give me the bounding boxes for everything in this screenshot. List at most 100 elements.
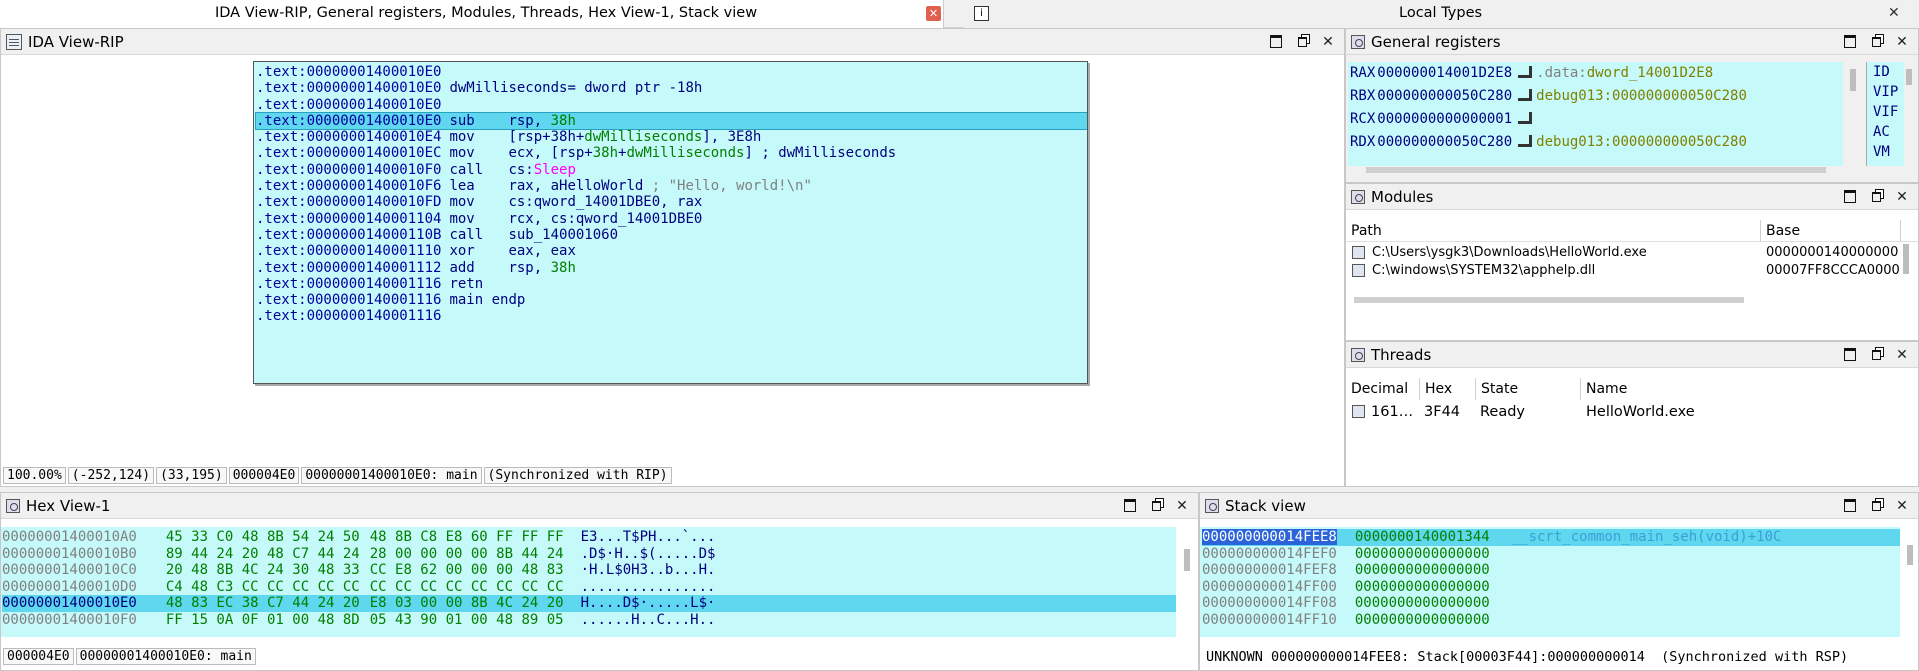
asm-line[interactable]: .text:0000000140001116 retn <box>256 276 1087 292</box>
register-hscrollbar[interactable] <box>1366 167 1826 173</box>
hex-bytes[interactable]: CC CC CC CC CC CC CC CC <box>370 579 564 595</box>
stack-row[interactable]: 000000000014FF10 0000000000000000 <box>1202 612 1900 629</box>
asm-line[interactable]: .text:0000000140001110 xor eax, eax <box>256 243 1087 259</box>
stack-value[interactable]: 0000000140001344 <box>1355 529 1490 545</box>
asm-line[interactable]: .text:00000001400010E0 <box>256 97 1087 113</box>
module-row[interactable]: C:\Users\ysgk3\Downloads\HelloWorld.exe 0… <box>1346 244 1906 262</box>
asm-line[interactable]: .text:00000001400010E0 sub rsp, 38h <box>255 111 1087 131</box>
maximize-icon[interactable] <box>1840 497 1860 515</box>
modules-vscrollbar[interactable] <box>1903 244 1909 274</box>
register-list-scrollbar[interactable] <box>1850 69 1856 91</box>
close-tab-icon[interactable]: ✕ <box>926 6 941 21</box>
hex-bytes[interactable]: E8 03 00 00 8B 4C 24 20 <box>369 595 564 611</box>
asm-line[interactable]: .text:0000000140001112 add rsp, 38h <box>256 260 1087 276</box>
hex-bytes[interactable]: FF 15 0A 0F 01 00 48 8D <box>166 612 360 628</box>
stack-value[interactable]: 0000000000000000 <box>1355 579 1490 595</box>
hex-bytes[interactable]: 05 43 90 01 00 48 89 05 <box>370 612 564 628</box>
register-list[interactable]: RAX 000000014001D2E8 .data:dword_14001D2E8… <box>1348 62 1843 166</box>
register-value[interactable]: 000000000050C280 <box>1377 134 1512 150</box>
restore-icon[interactable] <box>1866 33 1886 51</box>
stack-list[interactable]: 000000000014FEE8 0000000140001344 __scrt_c… <box>1200 527 1900 637</box>
column-header-name[interactable]: Name <box>1581 378 1781 400</box>
hex-bytes[interactable]: 20 48 8B 4C 24 30 48 33 <box>166 562 360 578</box>
asm-line[interactable]: .text:000000014000110B call sub_140001060 <box>256 227 1087 243</box>
asm-line[interactable]: .text:00000001400010EC mov ecx, [rsp+38h+d… <box>256 145 1087 161</box>
stack-value[interactable]: 0000000000000000 <box>1355 546 1490 562</box>
hex-row[interactable]: 00000001400010C0 20 48 8B 4C 24 30 48 33 C… <box>2 562 1176 579</box>
register-row[interactable]: RBX 000000000050C280 debug013:000000000050… <box>1348 85 1843 108</box>
close-icon[interactable]: ✕ <box>1318 33 1338 51</box>
asm-line[interactable]: .text:00000001400010FD mov cs:qword_14001D… <box>256 194 1087 210</box>
register-row[interactable]: RDX 000000000050C280 debug013:000000000050… <box>1348 131 1843 154</box>
asm-line[interactable]: .text:00000001400010F6 lea rax, aHelloWorl… <box>256 178 1087 194</box>
modules-hscrollbar[interactable] <box>1354 297 1744 303</box>
register-target[interactable]: debug013:000000000050C280 <box>1536 134 1747 150</box>
hex-bytes[interactable]: C4 48 C3 CC CC CC CC CC <box>166 579 360 595</box>
column-header-decimal[interactable]: Decimal <box>1346 378 1420 400</box>
hex-bytes[interactable]: 45 33 C0 48 8B 54 24 50 <box>166 529 360 545</box>
restore-icon[interactable] <box>1866 188 1886 206</box>
hex-row[interactable]: 00000001400010F0 FF 15 0A 0F 01 00 48 8D 0… <box>2 612 1176 629</box>
column-header-path[interactable]: Path <box>1346 220 1761 242</box>
maximize-icon[interactable] <box>1266 33 1286 51</box>
stack-value[interactable]: 0000000000000000 <box>1355 612 1490 628</box>
asm-line[interactable]: .text:00000001400010E4 mov [rsp+38h+dwMill… <box>256 129 1087 145</box>
flags-list[interactable]: ID VIP VIF AC VM <box>1866 62 1904 166</box>
thread-row[interactable]: 161… 3F44 Ready HelloWorld.exe <box>1346 401 1906 423</box>
restore-icon[interactable] <box>1292 33 1312 51</box>
column-header-state[interactable]: State <box>1476 378 1581 400</box>
stack-row[interactable]: 000000000014FEE8 0000000140001344 __scrt_c… <box>1202 529 1900 546</box>
stack-row[interactable]: 000000000014FEF0 0000000000000000 <box>1202 546 1900 563</box>
asm-line[interactable]: .text:0000000140001104 mov rcx, cs:qword_1… <box>256 211 1087 227</box>
restore-icon[interactable] <box>1146 497 1166 515</box>
flag-name[interactable]: AC <box>1873 122 1904 142</box>
register-row[interactable]: RCX 0000000000000001 <box>1348 108 1843 131</box>
close-icon[interactable]: ✕ <box>1892 497 1912 515</box>
maximize-icon[interactable] <box>1840 346 1860 364</box>
hex-scrollbar[interactable] <box>1184 549 1190 571</box>
flag-name[interactable]: ID <box>1873 62 1904 82</box>
close-icon[interactable]: ✕ <box>1888 5 1900 21</box>
column-header-base[interactable]: Base <box>1761 220 1901 242</box>
register-target[interactable]: debug013:000000000050C280 <box>1536 88 1747 104</box>
close-icon[interactable]: ✕ <box>1892 346 1912 364</box>
hex-row[interactable]: 00000001400010E0 48 83 EC 38 C7 44 24 20 E… <box>2 595 1176 612</box>
hex-bytes[interactable]: 48 83 EC 38 C7 44 24 20 <box>165 595 360 611</box>
flag-name[interactable]: VIP <box>1873 82 1904 102</box>
hex-row[interactable]: 00000001400010D0 C4 48 C3 CC CC CC CC CC C… <box>2 579 1176 596</box>
stack-comment[interactable]: __scrt_common_main_seh(void)+10C <box>1512 529 1782 545</box>
flag-name[interactable]: VIF <box>1873 102 1904 122</box>
register-value[interactable]: 000000014001D2E8 <box>1377 65 1512 81</box>
hex-dump[interactable]: 00000001400010A0 45 33 C0 48 8B 54 24 50 4… <box>1 527 1176 637</box>
close-icon[interactable]: ✕ <box>1892 33 1912 51</box>
register-target[interactable]: dword_14001D2E8 <box>1587 65 1713 81</box>
stack-row[interactable]: 000000000014FEF8 0000000000000000 <box>1202 562 1900 579</box>
stack-row[interactable]: 000000000014FF00 0000000000000000 <box>1202 579 1900 596</box>
maximize-icon[interactable] <box>1120 497 1140 515</box>
hex-bytes[interactable]: 28 00 00 00 00 8B 44 24 <box>370 546 564 562</box>
maximize-icon[interactable] <box>1840 188 1860 206</box>
column-header-hex[interactable]: Hex <box>1420 378 1476 400</box>
register-value[interactable]: 0000000000000001 <box>1377 111 1512 127</box>
close-icon[interactable]: ✕ <box>1172 497 1192 515</box>
asm-line[interactable]: .text:00000001400010E0 dwMilliseconds= dw… <box>256 80 1087 96</box>
hex-row[interactable]: 00000001400010B0 89 44 24 20 48 C7 44 24 2… <box>2 546 1176 563</box>
asm-line[interactable]: .text:0000000140001116 main endp <box>256 292 1087 308</box>
stack-scrollbar[interactable] <box>1907 545 1913 565</box>
asm-line[interactable]: .text:00000001400010F0 call cs:Sleep <box>256 162 1087 178</box>
close-icon[interactable]: ✕ <box>1892 188 1912 206</box>
register-row[interactable]: RAX 000000014001D2E8 .data:dword_14001D2E8 <box>1348 62 1843 85</box>
tab-main-group[interactable]: IDA View-RIP, General registers, Modules… <box>0 0 944 28</box>
tab-local-types[interactable]: i Local Types ✕ <box>964 0 1919 28</box>
stack-value[interactable]: 0000000000000000 <box>1355 595 1490 611</box>
hex-bytes[interactable]: 48 8B C8 E8 60 FF FF FF <box>370 529 564 545</box>
asm-line[interactable]: .text:0000000140001116 <box>256 308 1087 324</box>
stack-value[interactable]: 0000000000000000 <box>1355 562 1490 578</box>
stack-row[interactable]: 000000000014FF08 0000000000000000 <box>1202 595 1900 612</box>
flags-scrollbar[interactable] <box>1906 69 1912 85</box>
restore-icon[interactable] <box>1866 346 1886 364</box>
hex-row[interactable]: 00000001400010A0 45 33 C0 48 8B 54 24 50 4… <box>2 529 1176 546</box>
register-value[interactable]: 000000000050C280 <box>1377 88 1512 104</box>
flag-name[interactable]: VM <box>1873 142 1904 162</box>
maximize-icon[interactable] <box>1840 33 1860 51</box>
